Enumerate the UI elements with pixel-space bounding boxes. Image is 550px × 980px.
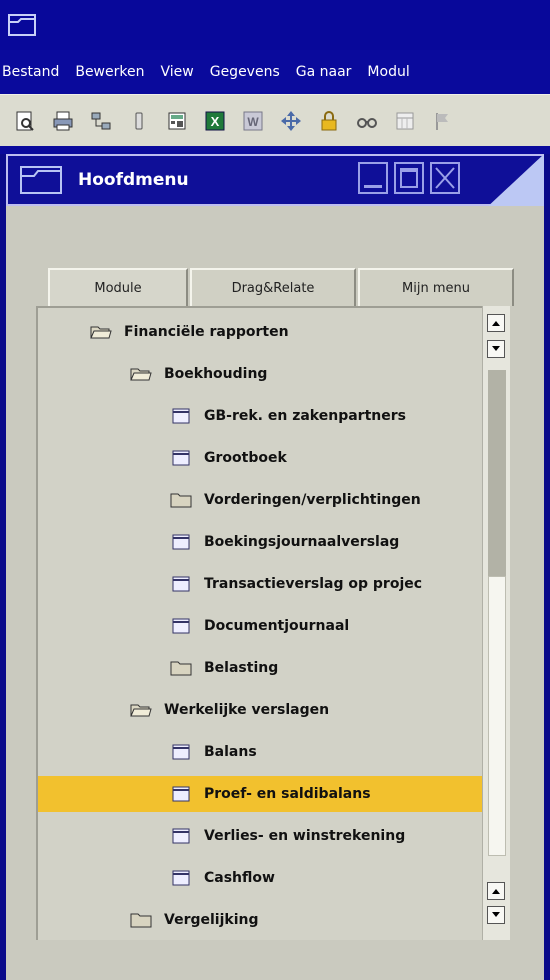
tree-item-belasting[interactable]: Belasting	[170, 650, 278, 686]
form-icon	[172, 450, 190, 466]
window-title: Hoofdmenu	[78, 170, 189, 190]
tree-item-verlies-en-winstrekening[interactable]: Verlies- en winstrekening	[170, 818, 405, 854]
minimize-button[interactable]	[358, 162, 388, 194]
scroll-page-up-button[interactable]	[487, 314, 505, 332]
tree-item-label: Balans	[204, 744, 257, 760]
tree-item-transactieverslag[interactable]: Transactieverslag op projec	[170, 566, 422, 602]
folder-open-icon	[130, 704, 152, 717]
form-icon	[172, 870, 190, 886]
tree-item-proef-en-saldibalans[interactable]: Proef- en saldibalans	[38, 776, 482, 812]
scroll-page-down-button[interactable]	[487, 906, 505, 924]
print-icon[interactable]	[50, 108, 76, 134]
title-corner-decoration	[484, 154, 544, 210]
maximize-button[interactable]	[394, 162, 424, 194]
svg-text:W: W	[247, 115, 259, 129]
tab-strip: Module Drag&Relate Mijn menu	[48, 268, 514, 306]
tree-item-label: Transactieverslag op projec	[204, 576, 423, 592]
tab-mijn-menu[interactable]: Mijn menu	[358, 268, 514, 306]
tree-item-label: Belasting	[204, 660, 279, 676]
tree-item-boekhouding[interactable]: Boekhouding	[130, 356, 267, 392]
flag-icon[interactable]	[430, 108, 456, 134]
tree-item-gb-rek[interactable]: GB-rek. en zakenpartners	[170, 398, 406, 434]
folder-closed-icon	[130, 913, 152, 928]
window-icon	[20, 166, 62, 194]
app-title-bar	[0, 0, 550, 50]
tab-drag-relate[interactable]: Drag&Relate	[190, 268, 356, 306]
print-preview-icon[interactable]	[12, 108, 38, 134]
arrow-up-icon	[492, 321, 500, 326]
tree-item-boekingsjournaalverslag[interactable]: Boekingsjournaalverslag	[170, 524, 399, 560]
tree-item-label: Verlies- en winstrekening	[204, 828, 406, 844]
scroll-thumb[interactable]	[488, 576, 506, 856]
form-icon	[172, 534, 190, 550]
tree-item-label: Werkelijke verslagen	[164, 702, 330, 718]
tree-item-vorderingen[interactable]: Vorderingen/verplichtingen	[170, 482, 421, 518]
tab-module[interactable]: Module	[48, 268, 188, 306]
close-button[interactable]	[430, 162, 460, 194]
excel-icon[interactable]: X	[202, 108, 228, 134]
network-icon[interactable]	[88, 108, 114, 134]
tree-item-label: Boekhouding	[164, 366, 268, 382]
tab-mijn-menu-label: Mijn menu	[402, 280, 470, 296]
form-icon	[172, 576, 190, 592]
form-icon	[172, 744, 190, 760]
svg-text:X: X	[211, 114, 220, 129]
word-icon[interactable]: W	[240, 108, 266, 134]
tree-item-label: Financiële rapporten	[124, 324, 289, 340]
tree-item-grootboek[interactable]: Grootboek	[170, 440, 287, 476]
tab-module-label: Module	[94, 280, 142, 296]
sap-window-icon	[8, 14, 36, 36]
form-icon	[172, 618, 190, 634]
tree-item-vergelijking[interactable]: Vergelijking	[130, 902, 258, 938]
menu-ga-naar[interactable]: Ga naar	[296, 64, 352, 80]
lock-icon[interactable]	[316, 108, 342, 134]
vertical-scrollbar[interactable]	[482, 306, 510, 940]
tree-item-label: Cashflow	[204, 870, 275, 886]
menu-view[interactable]: View	[160, 64, 193, 80]
calculator-icon[interactable]	[164, 108, 190, 134]
calendar-icon[interactable]	[392, 108, 418, 134]
tree-item-label: Proef- en saldibalans	[204, 786, 371, 802]
scroll-up-button[interactable]	[487, 882, 505, 900]
form-icon	[172, 828, 190, 844]
menu-bestand[interactable]: Bestand	[2, 64, 59, 80]
close-icon	[435, 167, 455, 189]
phone-icon[interactable]	[126, 108, 152, 134]
tree-item-documentjournaal[interactable]: Documentjournaal	[170, 608, 349, 644]
tree-item-balans[interactable]: Balans	[170, 734, 257, 770]
menu-bar: Bestand Bewerken View Gegevens Ga naar M…	[0, 50, 550, 94]
form-icon	[172, 786, 190, 802]
binoculars-icon[interactable]	[354, 108, 380, 134]
module-tree: Financiële rapporten Boekhouding GB-rek.…	[36, 306, 482, 940]
menu-module[interactable]: Modul	[367, 64, 409, 80]
form-icon	[172, 408, 190, 424]
toolbar: X W	[0, 94, 550, 147]
tree-item-label: Vergelijking	[164, 912, 259, 928]
tree-item-label: Grootboek	[204, 450, 287, 466]
menu-gegevens[interactable]: Gegevens	[210, 64, 280, 80]
folder-closed-icon	[170, 493, 192, 508]
arrow-up-icon	[492, 889, 500, 894]
tab-drag-relate-label: Drag&Relate	[231, 280, 315, 296]
arrow-down-icon	[492, 912, 500, 917]
arrow-down-icon	[492, 346, 500, 351]
tree-item-werkelijke-verslagen[interactable]: Werkelijke verslagen	[130, 692, 329, 728]
window-title-bar[interactable]: Hoofdmenu	[6, 154, 544, 210]
tree-item-financiele-rapporten[interactable]: Financiële rapporten	[90, 314, 289, 350]
tree-item-cashflow[interactable]: Cashflow	[170, 860, 275, 896]
move-icon[interactable]	[278, 108, 304, 134]
folder-open-icon	[130, 368, 152, 381]
tree-item-label: Vorderingen/verplichtingen	[204, 492, 421, 508]
scroll-down-button[interactable]	[487, 340, 505, 358]
tree-item-label: GB-rek. en zakenpartners	[204, 408, 406, 424]
menu-bewerken[interactable]: Bewerken	[75, 64, 144, 80]
tree-item-label: Documentjournaal	[204, 618, 350, 634]
toolbar-separator	[0, 146, 550, 154]
tree-item-label: Boekingsjournaalverslag	[204, 534, 400, 550]
folder-closed-icon	[170, 661, 192, 676]
folder-open-icon	[90, 326, 112, 339]
